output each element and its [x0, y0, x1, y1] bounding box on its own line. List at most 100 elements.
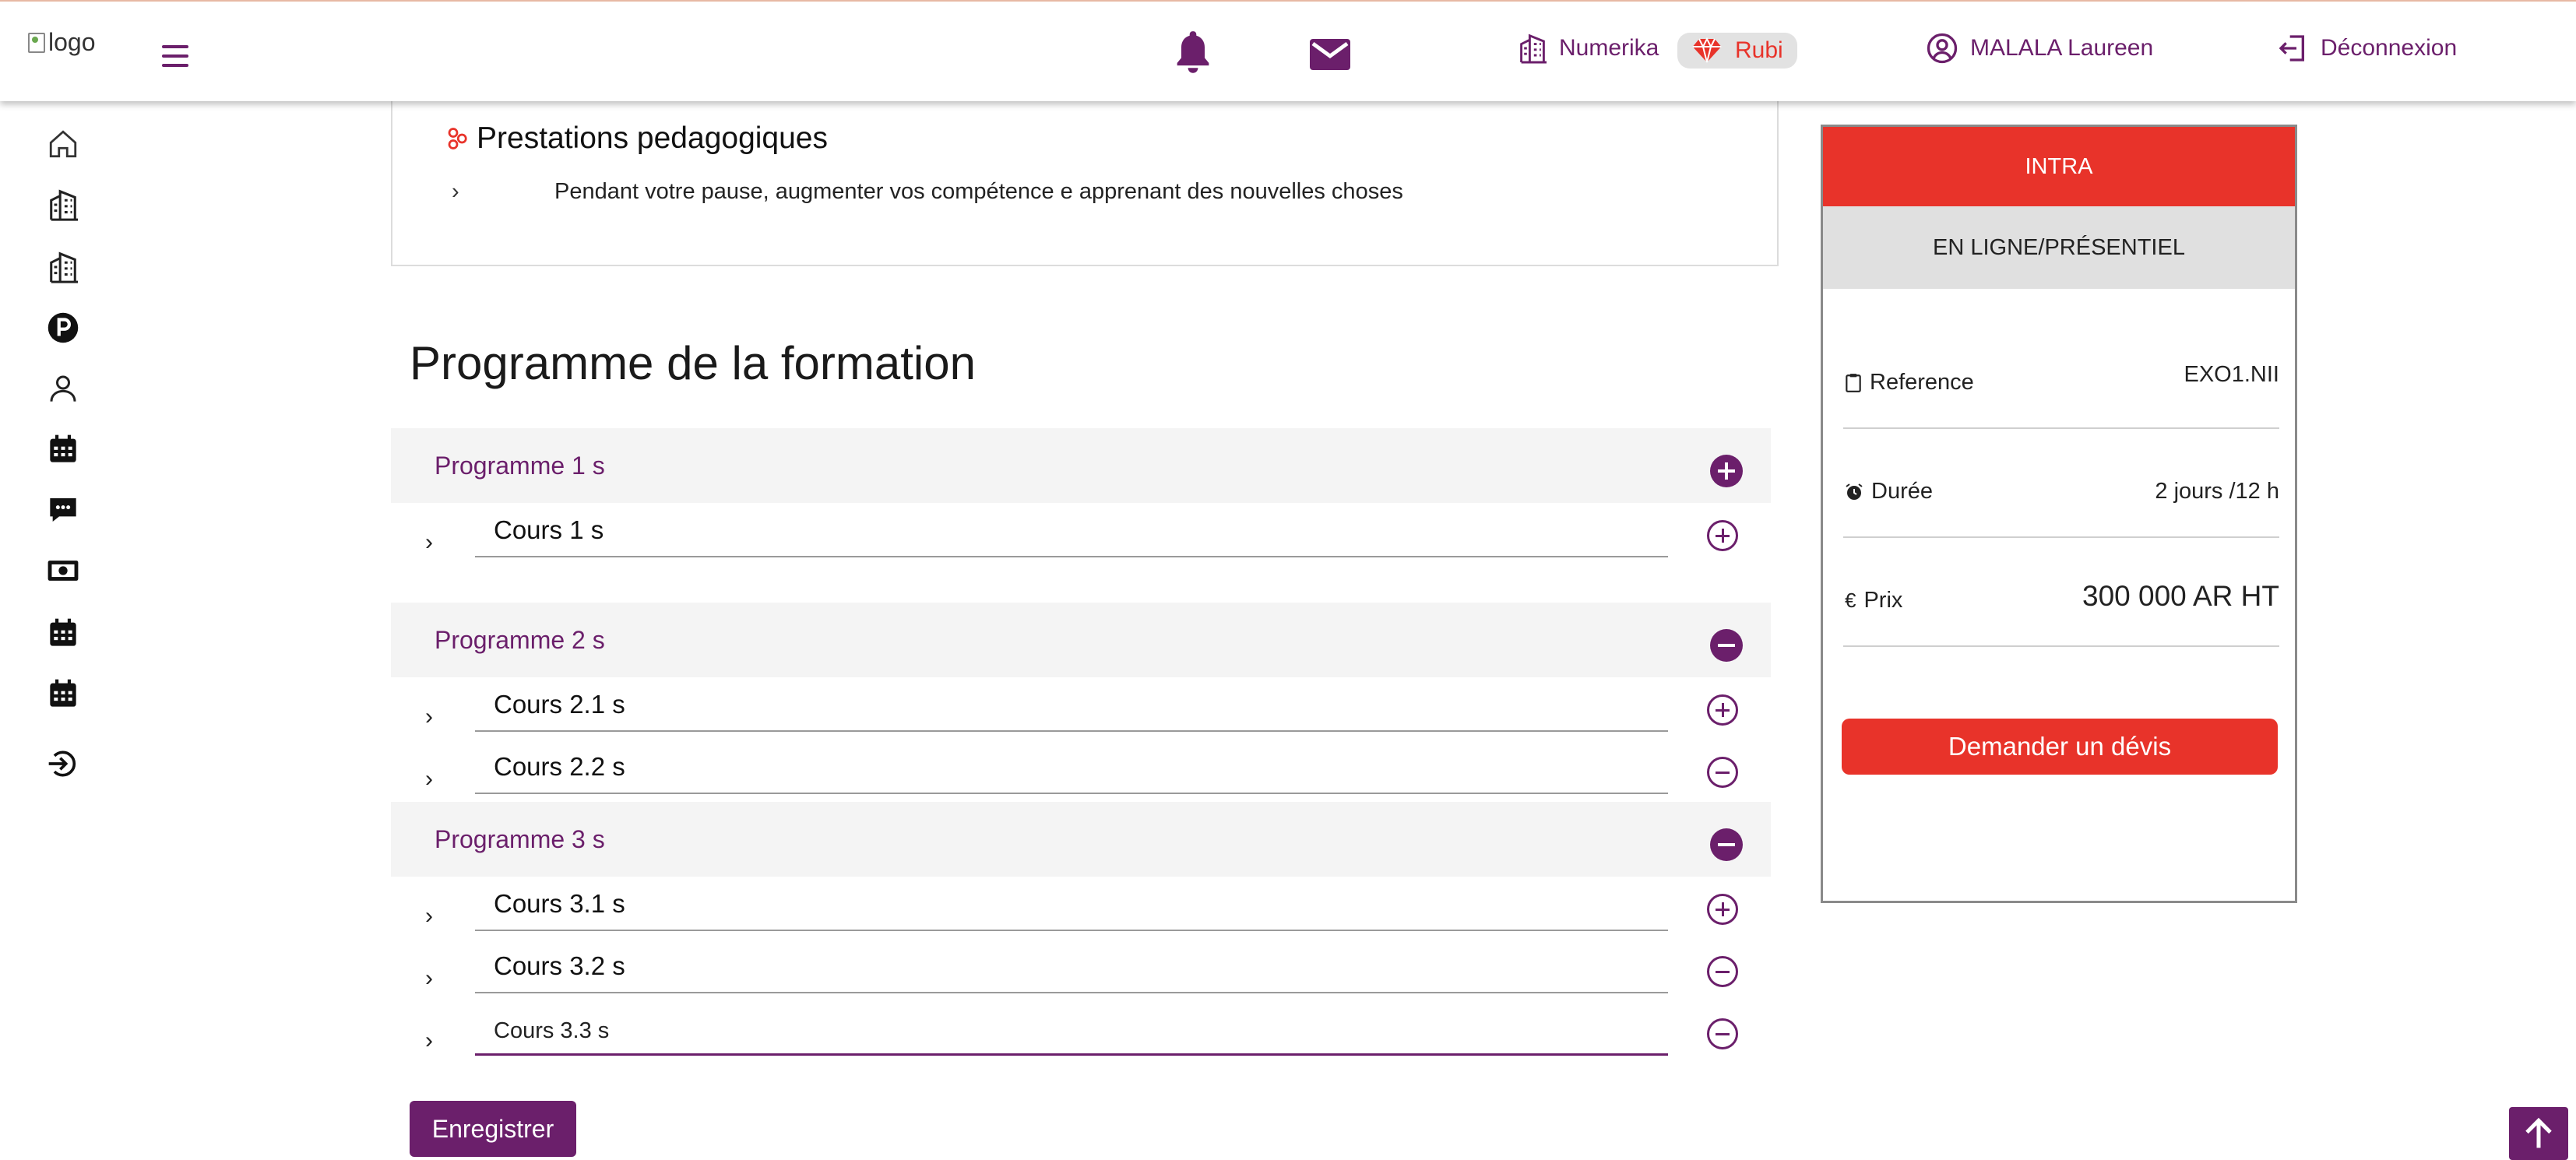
bell-icon: [1177, 31, 1209, 73]
sidebar-item-parking[interactable]: [45, 310, 81, 346]
prestations-item-text: Pendant votre pause, augmenter vos compé…: [554, 179, 1403, 204]
building-icon: [50, 189, 79, 221]
hamburger-line: [162, 45, 188, 48]
sidebar-item-calendar-1[interactable]: [45, 431, 81, 467]
calendar-icon: [50, 434, 76, 462]
chevron-right-icon: ›: [425, 529, 433, 555]
home-icon: [49, 130, 77, 158]
duree-label: Durée: [1845, 479, 1933, 504]
cours-input[interactable]: Cours 1 s: [475, 511, 1668, 557]
gem-icon: [1692, 37, 1722, 63]
collapse-programme-button[interactable]: [1710, 629, 1743, 662]
sidebar-item-home[interactable]: [45, 126, 81, 162]
building-icon: [1520, 33, 1547, 64]
cours-input[interactable]: Cours 3.3 s: [475, 1009, 1668, 1056]
logout-label: Déconnexion: [2321, 35, 2458, 61]
offer-type-banner: INTRA: [1823, 127, 2295, 206]
molecule-icon: [448, 128, 467, 149]
nav-numerika[interactable]: Numerika: [1519, 33, 1659, 64]
minus-icon: [1718, 644, 1735, 647]
programme-header[interactable]: Programme 3 s: [391, 802, 1771, 877]
programme-title: Programme de la formation: [410, 337, 976, 389]
expand-programme-button[interactable]: [1710, 455, 1743, 487]
chevron-right-icon: ›: [425, 965, 433, 991]
user-profile-link[interactable]: MALALA Laureen: [1927, 33, 2153, 64]
prix-row: € Prix 300 000 AR HT: [1843, 538, 2279, 647]
sidebar-item-calendar-3[interactable]: [45, 676, 81, 712]
user-circle-icon: [1927, 33, 1958, 64]
save-button[interactable]: Enregistrer: [410, 1101, 576, 1157]
sidebar-item-building-1[interactable]: [45, 187, 81, 223]
cours-row: › Cours 3.2 s: [391, 939, 1771, 1001]
chat-icon: [50, 498, 76, 522]
offer-card: INTRA EN LIGNE/PRÉSENTIEL Reference EXO1…: [1821, 125, 2297, 903]
cours-input[interactable]: Cours 2.2 s: [475, 747, 1668, 794]
notifications-button[interactable]: [1173, 30, 1213, 80]
sidebar: [0, 101, 109, 1160]
cours-input[interactable]: Cours 3.2 s: [475, 947, 1668, 993]
programme-header[interactable]: Programme 2 s: [391, 603, 1771, 677]
nav-rubi[interactable]: Rubi: [1677, 33, 1797, 69]
logo-alt-text: logo: [48, 28, 96, 56]
sidebar-item-chat[interactable]: [45, 492, 81, 528]
menu-toggle-button[interactable]: [162, 45, 188, 67]
chevron-right-icon: ›: [425, 1028, 433, 1053]
remove-cours-button[interactable]: [1707, 757, 1738, 788]
mail-icon: [1310, 39, 1350, 70]
reference-value: EXO1.NII: [2184, 362, 2280, 387]
building-icon: [50, 251, 79, 283]
cours-row: › Cours 1 s: [391, 503, 1771, 565]
cours-row: › Cours 2.1 s: [391, 677, 1771, 740]
sidebar-item-building-2[interactable]: [45, 249, 81, 285]
user-name: MALALA Laureen: [1970, 35, 2154, 61]
parking-icon: [48, 312, 79, 343]
clipboard-icon: [1846, 373, 1861, 392]
scroll-to-top-button[interactable]: [2509, 1107, 2568, 1160]
cours-input[interactable]: Cours 2.1 s: [475, 685, 1668, 732]
calendar-icon: [50, 679, 76, 707]
remove-cours-button[interactable]: [1707, 1018, 1738, 1049]
add-cours-button[interactable]: [1707, 520, 1738, 551]
programme-label: Programme 3 s: [435, 825, 605, 853]
nav-numerika-label: Numerika: [1559, 35, 1659, 61]
euro-icon: €: [1845, 589, 1856, 612]
prix-value: 300 000 AR HT: [2082, 580, 2279, 612]
broken-image-icon: [28, 32, 45, 53]
money-icon: [48, 561, 79, 581]
prestations-heading: Prestations pedagogiques: [445, 121, 828, 156]
user-icon: [50, 375, 76, 402]
collapse-programme-button[interactable]: [1710, 828, 1743, 861]
hamburger-line: [162, 54, 188, 58]
duree-value: 2 jours /12 h: [2155, 479, 2279, 504]
minus-circle-icon: [1716, 771, 1730, 774]
duree-row: Durée 2 jours /12 h: [1843, 429, 2279, 538]
logo[interactable]: logo: [28, 28, 96, 57]
prix-label: € Prix: [1845, 588, 1903, 613]
programme-label: Programme 1 s: [435, 452, 605, 480]
reference-row: Reference EXO1.NII: [1843, 320, 2279, 429]
reference-label: Reference: [1845, 370, 1974, 395]
minus-circle-icon: [1716, 1032, 1730, 1035]
logout-link[interactable]: Déconnexion: [2277, 33, 2457, 64]
messages-button[interactable]: [1308, 37, 1352, 76]
cours-row: › Cours 3.3 s: [391, 1001, 1771, 1063]
offer-mode-banner: EN LIGNE/PRÉSENTIEL: [1823, 206, 2295, 289]
sidebar-item-calendar-2[interactable]: [45, 615, 81, 651]
arrow-up-icon: [2525, 1117, 2552, 1148]
sidebar-item-money[interactable]: [45, 553, 81, 589]
chevron-right-icon: ›: [425, 903, 433, 929]
chevron-right-icon: ›: [425, 704, 433, 729]
remove-cours-button[interactable]: [1707, 956, 1738, 987]
prestations-item: › Pendant votre pause, augmenter vos com…: [452, 179, 1403, 205]
minus-icon: [1718, 843, 1735, 846]
cours-row: › Cours 3.1 s: [391, 877, 1771, 939]
programme-header[interactable]: Programme 1 s: [391, 428, 1771, 503]
sidebar-item-logout[interactable]: [45, 746, 81, 782]
request-quote-button[interactable]: Demander un dévis: [1842, 719, 2278, 775]
cours-input[interactable]: Cours 3.1 s: [475, 884, 1668, 931]
prestations-card: Prestations pedagogiques › Pendant votre…: [391, 101, 1779, 266]
chevron-right-icon: ›: [425, 766, 433, 792]
add-cours-button[interactable]: [1707, 694, 1738, 726]
sidebar-item-user[interactable]: [45, 371, 81, 406]
add-cours-button[interactable]: [1707, 894, 1738, 925]
